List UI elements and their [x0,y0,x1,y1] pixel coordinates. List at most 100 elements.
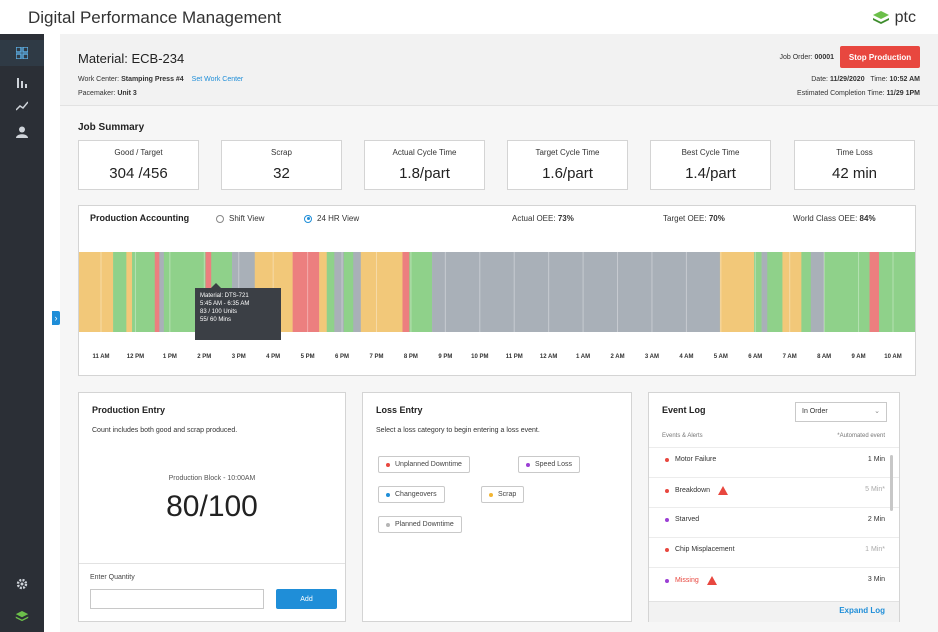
timeline-segment-good[interactable] [326,252,335,332]
timeline-segment-planned[interactable] [761,252,768,332]
material-title: Material: ECB-234 [78,51,185,66]
trend-icon[interactable] [12,96,32,116]
hour-label: 9 PM [438,354,453,360]
event-order-select[interactable]: In Order ⌄ [795,402,887,422]
status-dot-icon [665,578,669,583]
timeline-segment-planned[interactable] [159,252,165,332]
timeline-segment-planned[interactable] [810,252,825,332]
pacemaker-line: Pacemaker: Unit 3 [78,90,137,97]
timeline-segment-changeover[interactable] [79,252,114,332]
actual-oee-value: 73% [557,214,574,223]
ptc-logo-icon [872,11,889,24]
user-icon[interactable] [12,122,32,142]
kpi-value: 1.8/part [399,165,450,182]
hour-label: 11 PM [505,354,523,360]
event-row[interactable]: Breakdown 5 Min* [649,477,899,503]
event-row[interactable]: Chip Misplacement 1 Min* [649,537,899,563]
event-label: Missing [675,577,699,584]
expand-log-link[interactable]: Expand Log [839,606,885,615]
loss-chip-planned-downtime[interactable]: Planned Downtime [378,516,462,533]
timeline-segment-good[interactable] [113,252,127,332]
timeline-segment-changeover[interactable] [782,252,802,332]
24hr-view-radio[interactable]: 24 HR View [304,214,359,223]
warning-icon [706,576,717,585]
shift-view-radio[interactable]: Shift View [216,214,264,223]
event-label-group: Breakdown [665,486,729,495]
event-label: Breakdown [675,487,711,494]
kpi-label: Good / Target [114,148,163,157]
hour-label: 6 AM [748,354,763,360]
timeline-segment-planned[interactable] [432,252,721,332]
select-value: In Order [802,408,828,415]
loss-chip-changeovers[interactable]: Changeovers [378,486,445,503]
timeline-segment-changeover[interactable] [360,252,403,332]
production-entry-panel: Production Entry Count includes both goo… [78,392,346,622]
timeline-segment-downtime[interactable] [292,252,320,332]
stop-production-button[interactable]: Stop Production [840,46,920,68]
target-oee-label: Target OEE: [663,214,707,223]
production-block-value: 80/100 [166,490,258,523]
status-dot-icon [665,457,669,462]
timeline-segment-good[interactable] [343,252,354,332]
timeline-segment-downtime[interactable] [402,252,410,332]
job-summary-title: Job Summary [78,122,145,133]
timeline-segment-changeover[interactable] [126,252,133,332]
timeline-segment-downtime[interactable] [869,252,880,332]
actual-oee: Actual OEE: 73% [512,214,574,223]
timeline-segment-good[interactable] [879,252,915,332]
kpi-best-cycle-time: Best Cycle Time 1.4/part [650,140,771,190]
event-log-panel: Event Log In Order ⌄ Events & Alerts *Au… [648,392,900,622]
loss-entry-description: Select a loss category to begin entering… [376,427,540,434]
bar-chart-icon[interactable] [12,72,32,92]
kpi-time-loss: Time Loss 42 min [794,140,915,190]
timeline-segment-downtime[interactable] [154,252,160,332]
work-center-label: Work Center: [78,76,120,83]
event-duration: 1 Min [867,456,885,463]
status-dot-icon [665,517,669,522]
status-dot-icon [665,488,669,493]
timeline-segment-good[interactable] [409,252,433,332]
hour-label: 7 PM [369,354,384,360]
job-order-label: Job Order: [779,54,813,61]
divider [79,563,345,564]
hour-label: 7 AM [782,354,797,360]
event-row[interactable]: Motor Failure 1 Min [649,447,899,473]
enter-quantity-label: Enter Quantity [90,574,135,581]
kpi-label: Actual Cycle Time [392,148,457,157]
add-button[interactable]: Add [276,589,337,609]
radio-circle [216,214,224,223]
chip-label: Scrap [498,491,517,498]
brand-name: ptc [894,9,916,26]
event-row[interactable]: Starved 2 Min [649,507,899,533]
dashboard-icon[interactable] [0,40,44,66]
top-bar: Digital Performance Management ptc [0,0,938,34]
event-row[interactable]: Missing 3 Min [649,567,899,593]
loss-chip-unplanned-downtime[interactable]: Unplanned Downtime [378,456,470,473]
automated-event-note: *Automated event [837,433,885,439]
timeline-segment-good[interactable] [824,252,870,332]
kpi-scrap: Scrap 32 [221,140,342,190]
loss-chip-scrap[interactable]: Scrap [481,486,525,503]
timeline-segment-planned[interactable] [334,252,345,332]
hour-label: 5 PM [300,354,315,360]
work-center-value: Stamping Press #4 [121,76,184,83]
sidebar-expand-handle[interactable]: › [52,311,60,325]
loss-chip-speed-loss[interactable]: Speed Loss [518,456,580,473]
hour-label: 12 PM [126,354,145,360]
hour-label: 8 AM [817,354,832,360]
kpi-value: 42 min [831,165,878,182]
settings-icon[interactable] [12,574,32,594]
event-log-scrollbar[interactable] [890,455,893,511]
timeline-segment-changeover[interactable] [319,252,328,332]
timeline-segment-good[interactable] [801,252,812,332]
timeline-segment-planned[interactable] [353,252,362,332]
set-work-center-link[interactable]: Set Work Center [192,76,244,83]
layers-icon[interactable] [12,606,32,626]
timeline-segment-changeover[interactable] [719,252,755,332]
events-alerts-header: Events & Alerts [662,433,703,439]
quantity-input[interactable] [90,589,264,609]
timeline-segment-good[interactable] [767,252,783,332]
hour-label: 3 AM [644,354,660,360]
red-dot-icon [386,462,390,467]
brand-logo[interactable]: ptc [872,9,916,27]
